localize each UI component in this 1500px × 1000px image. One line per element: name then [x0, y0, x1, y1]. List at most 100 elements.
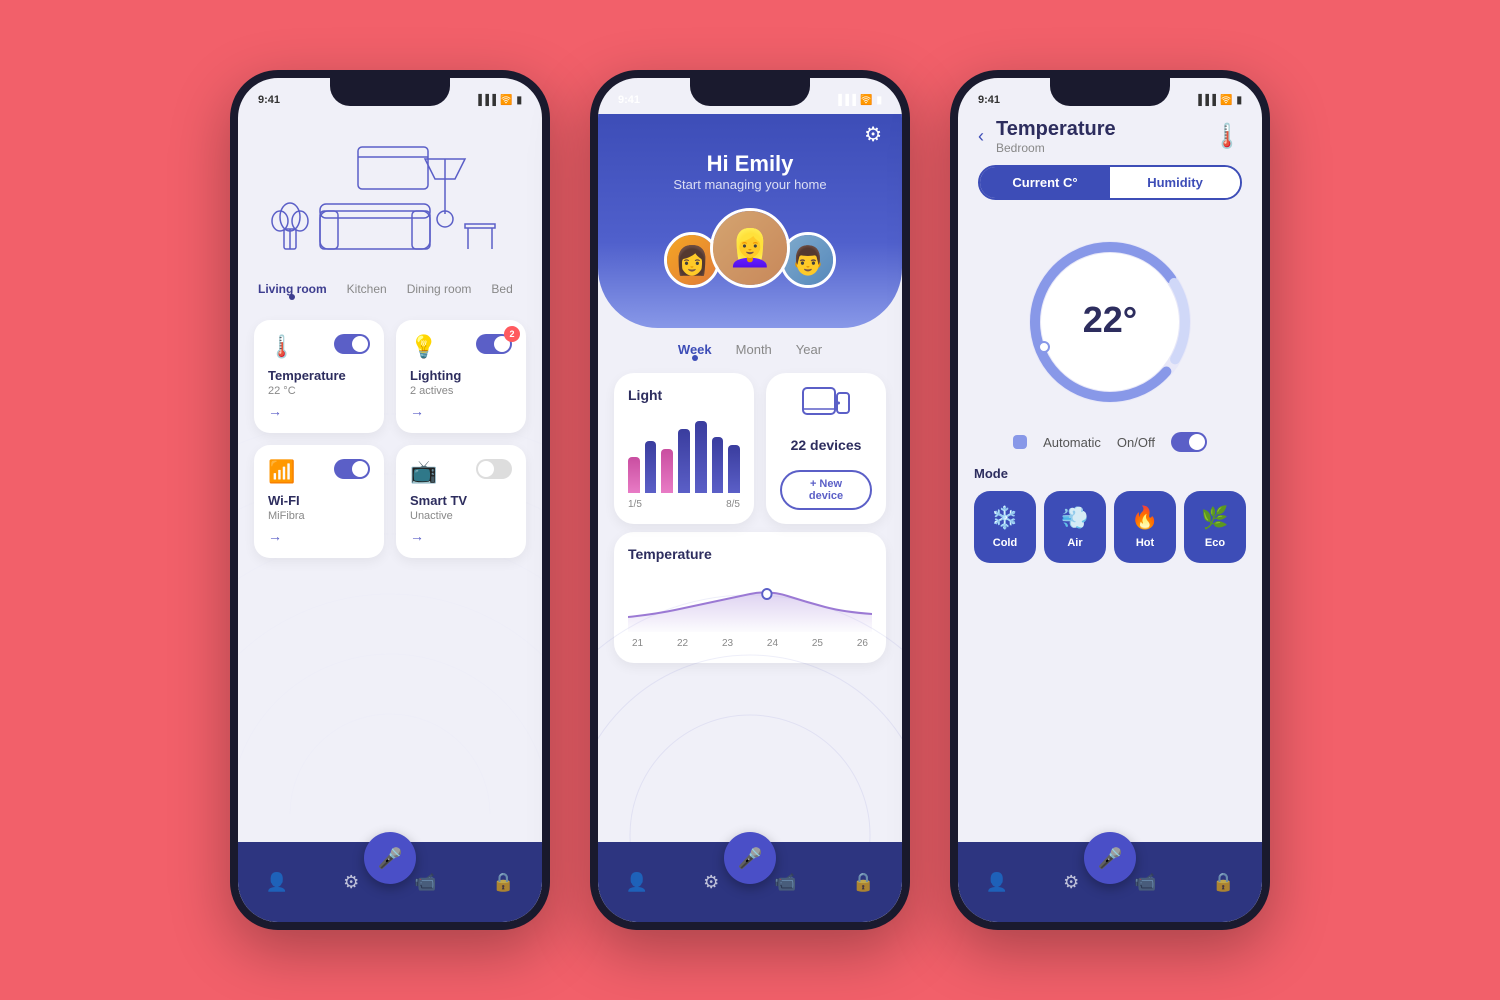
phone3-nav-settings-icon[interactable]: ⚙ [1063, 872, 1079, 893]
phone-3-time: 9:41 [978, 94, 1000, 106]
phone-1-status-icons: ▐▐▐ 🛜 ▮ [475, 95, 522, 106]
device-card-smarttv[interactable]: 📺 Smart TV Unactive → [396, 445, 526, 558]
phone2-nav-lock-icon[interactable]: 🔒 [852, 872, 874, 893]
smarttv-toggle[interactable] [476, 459, 512, 479]
mode-air[interactable]: 💨 Air [1044, 491, 1106, 563]
temperature-arrow[interactable]: → [268, 403, 370, 419]
avatar-row: 👩 👱‍♀️ 👨 [618, 208, 882, 288]
phone-1-time: 9:41 [258, 94, 280, 106]
mode-cold[interactable]: ❄️ Cold [974, 491, 1036, 563]
phone-1-content: Living room Kitchen Dining room Bed 🌡️ T… [238, 114, 542, 842]
phone-3-notch [1050, 78, 1170, 106]
smarttv-status: Unactive [410, 510, 512, 522]
onoff-label: On/Off [1117, 435, 1155, 450]
seg-tab-humidity[interactable]: Humidity [1110, 167, 1240, 198]
smarttv-name: Smart TV [410, 493, 512, 508]
phone3-wifi-icon: 🛜 [1220, 95, 1232, 106]
mode-buttons: ❄️ Cold 💨 Air 🔥 Hot 🌿 Eco [974, 491, 1246, 563]
phone2-nav-settings-icon[interactable]: ⚙ [703, 872, 719, 893]
cold-label: Cold [993, 537, 1017, 549]
auto-indicator [1013, 435, 1027, 449]
temperature-status: 22 °C [268, 385, 370, 397]
greeting-title: Hi Emily [618, 151, 882, 177]
nav-settings-icon[interactable]: ⚙ [343, 872, 359, 893]
signal-icon: ▐▐▐ [475, 95, 496, 106]
avatar-center[interactable]: 👱‍♀️ [710, 208, 790, 288]
smarttv-icon: 📺 [410, 459, 437, 485]
onoff-toggle[interactable] [1171, 432, 1207, 452]
smarttv-arrow[interactable]: → [410, 528, 512, 544]
temperature-toggle[interactable] [334, 334, 370, 354]
room-tabs[interactable]: Living room Kitchen Dining room Bed [238, 274, 542, 308]
eco-label: Eco [1205, 537, 1225, 549]
phone-1-bottom-nav: 👤 ⚙ 🎤 📹 🔒 [238, 842, 542, 922]
nav-profile-icon[interactable]: 👤 [266, 872, 288, 893]
auto-label: Automatic [1043, 435, 1101, 450]
air-label: Air [1067, 537, 1082, 549]
wifi-status: MiFibra [268, 510, 370, 522]
phone2-signal-icon: ▐▐▐ [835, 95, 856, 106]
wifi-toggle[interactable] [334, 459, 370, 479]
device-card-lighting[interactable]: 💡 2 Lighting 2 actives → [396, 320, 526, 433]
segment-tabs[interactable]: Current C° Humidity [978, 165, 1242, 200]
phone2-nav-mic-button[interactable]: 🎤 [724, 832, 776, 884]
mode-section: Mode ❄️ Cold 💨 Air 🔥 Hot 🌿 Eco [958, 466, 1262, 563]
nav-lock-icon[interactable]: 🔒 [492, 872, 514, 893]
room-tab-kitchen[interactable]: Kitchen [347, 282, 387, 296]
phone-2-header: ⚙ Hi Emily Start managing your home 👩 👱‍… [598, 114, 902, 328]
thermometer-icon: 🌡️ [1212, 122, 1242, 151]
nav-camera-icon[interactable]: 📹 [414, 872, 436, 893]
phone3-nav-lock-icon[interactable]: 🔒 [1212, 872, 1234, 893]
phone-2: 9:41 ▐▐▐ 🛜 ▮ ⚙ Hi Emily Start managing y… [590, 70, 910, 930]
room-illustration [238, 114, 542, 274]
room-tab-bed[interactable]: Bed [491, 282, 512, 296]
lighting-name: Lighting [410, 368, 512, 383]
period-tab-week[interactable]: Week [678, 342, 712, 357]
room-tab-living[interactable]: Living room [258, 282, 327, 296]
device-card-temperature[interactable]: 🌡️ Temperature 22 °C → [254, 320, 384, 433]
page-title: Temperature [996, 118, 1200, 141]
room-tab-dining[interactable]: Dining room [407, 282, 472, 296]
lighting-badge: 2 [504, 326, 520, 342]
nav-mic-button[interactable]: 🎤 [364, 832, 416, 884]
wifi-icon: 🛜 [500, 95, 512, 106]
phone-3-status-icons: ▐▐▐ 🛜 ▮ [1195, 95, 1242, 106]
hot-icon: 🔥 [1131, 505, 1158, 531]
page-subtitle: Bedroom [996, 141, 1200, 155]
temperature-icon: 🌡️ [268, 334, 295, 360]
lighting-status: 2 actives [410, 385, 512, 397]
wifi-arrow[interactable]: → [268, 528, 370, 544]
wifi-device-icon: 📶 [268, 459, 295, 485]
hot-label: Hot [1136, 537, 1154, 549]
phone3-nav-mic-button[interactable]: 🎤 [1084, 832, 1136, 884]
phone3-signal-icon: ▐▐▐ [1195, 95, 1216, 106]
mode-eco[interactable]: 🌿 Eco [1184, 491, 1246, 563]
eco-icon: 🌿 [1201, 505, 1228, 531]
settings-icon[interactable]: ⚙ [864, 122, 882, 147]
temp-gauge: 22° [958, 212, 1262, 432]
lighting-icon: 💡 [410, 334, 437, 360]
phone-2-time: 9:41 [618, 94, 640, 106]
cold-icon: ❄️ [991, 505, 1018, 531]
device-card-wifi[interactable]: 📶 Wi-FI MiFibra → [254, 445, 384, 558]
phone-1: 9:41 ▐▐▐ 🛜 ▮ [230, 70, 550, 930]
lighting-arrow[interactable]: → [410, 403, 512, 419]
air-icon: 💨 [1061, 505, 1088, 531]
device-grid: 🌡️ Temperature 22 °C → 💡 2 Lighting 2 ac… [238, 308, 542, 570]
greeting-subtitle: Start managing your home [618, 177, 882, 192]
phone2-nav-camera-icon[interactable]: 📹 [774, 872, 796, 893]
phone3-battery-icon: ▮ [1236, 95, 1242, 106]
phone-3-bottom-nav: 👤 ⚙ 🎤 📹 🔒 [958, 842, 1262, 922]
phone-2-notch [690, 78, 810, 106]
wifi-name: Wi-FI [268, 493, 370, 508]
phone3-nav-camera-icon[interactable]: 📹 [1134, 872, 1156, 893]
back-button[interactable]: ‹ [978, 126, 984, 147]
phone-2-body: Week Month Year Light 1/5 8/5 [598, 328, 902, 842]
phone3-nav-profile-icon[interactable]: 👤 [986, 872, 1008, 893]
phone-3-header: ‹ Temperature Bedroom 🌡️ [958, 114, 1262, 165]
auto-row: Automatic On/Off [958, 432, 1262, 466]
mode-hot[interactable]: 🔥 Hot [1114, 491, 1176, 563]
phone2-nav-profile-icon[interactable]: 👤 [626, 872, 648, 893]
phone-2-status-icons: ▐▐▐ 🛜 ▮ [835, 95, 882, 106]
seg-tab-current[interactable]: Current C° [980, 167, 1110, 198]
